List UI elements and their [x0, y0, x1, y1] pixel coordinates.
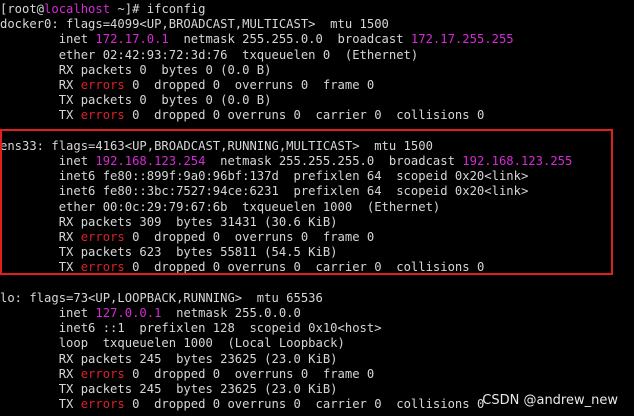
terminal-text: lo: flags=73<UP,LOOPBACK,RUNNING> mtu 65… — [0, 290, 323, 305]
terminal-line: loop txqueuelen 1000 (Local Loopback) — [0, 336, 634, 351]
terminal-text: inet6 fe80::899f:9a0:96bf:137d prefixlen… — [0, 169, 529, 184]
terminal-line: inet6 fe80::3bc:7527:94ce:6231 prefixlen… — [0, 184, 634, 199]
terminal-text: inet6 fe80::3bc:7527:94ce:6231 prefixlen… — [0, 184, 529, 199]
ip-address: 172.17.255.255 — [410, 32, 514, 47]
terminal-text: 0 dropped 0 overruns 0 frame 0 — [124, 230, 375, 244]
terminal-text: inet — [0, 154, 96, 168]
terminal-text: 0 dropped 0 overruns 0 carrier 0 collisi… — [124, 260, 485, 275]
terminal-text: ens33: flags=4163<UP,BROADCAST,RUNNING,M… — [0, 138, 433, 153]
terminal-line: RX packets 0 bytes 0 (0.0 B) — [0, 63, 634, 78]
terminal-line: RX errors 0 dropped 0 overruns 0 frame 0 — [0, 78, 634, 93]
terminal-text: RX — [0, 230, 81, 244]
terminal-text: RX — [0, 78, 81, 92]
terminal-text: netmask 255.255.0.0 broadcast — [168, 32, 411, 47]
terminal-text: 0 dropped 0 overruns 0 frame 0 — [124, 78, 375, 92]
terminal-output[interactable]: [root@localhost ~]# ifconfig docker0: fla… — [0, 0, 634, 416]
errors-label: errors — [80, 366, 125, 381]
hostname: localhost — [44, 2, 111, 16]
terminal-text: ~]# ifconfig — [110, 2, 206, 16]
terminal-line: [root@localhost ~]# ifconfig — [0, 2, 634, 17]
terminal-line: lo: flags=73<UP,LOOPBACK,RUNNING> mtu 65… — [0, 291, 634, 306]
terminal-line: ether 02:42:93:72:3d:76 txqueuelen 0 (Et… — [0, 48, 634, 63]
terminal-line: TX packets 0 bytes 0 (0.0 B) — [0, 93, 634, 108]
terminal-line: inet 172.17.0.1 netmask 255.255.0.0 broa… — [0, 32, 634, 47]
terminal-text: [root@ — [0, 2, 45, 16]
terminal-line: inet6 ::1 prefixlen 128 scopeid 0x10<hos… — [0, 321, 634, 336]
errors-label: errors — [80, 260, 125, 275]
terminal-text: ether 00:0c:29:79:67:6b txqueuelen 1000 … — [0, 199, 441, 214]
terminal-line: RX errors 0 dropped 0 overruns 0 frame 0 — [0, 230, 634, 245]
terminal-text: TX — [0, 397, 81, 412]
terminal-line: docker0: flags=4099<UP,BROADCAST,MULTICA… — [0, 17, 634, 32]
terminal-line: TX errors 0 dropped 0 overruns 0 carrier… — [0, 108, 634, 123]
errors-label: errors — [80, 108, 125, 123]
terminal-text: TX packets 245 bytes 23625 (23.0 KiB) — [0, 382, 338, 396]
ip-address: 192.168.123.254 — [95, 154, 206, 168]
terminal-text: 0 dropped 0 overruns 0 carrier 0 collisi… — [124, 397, 485, 412]
terminal-text: netmask 255.255.255.0 broadcast — [205, 154, 463, 168]
terminal-line: RX packets 245 bytes 23625 (23.0 KiB) — [0, 352, 634, 367]
csdn-watermark: CSDN @andrew_new — [482, 393, 618, 408]
terminal-text: loop txqueuelen 1000 (Local Loopback) — [0, 336, 345, 351]
terminal-text: RX — [0, 366, 81, 381]
terminal-line: TX packets 623 bytes 55811 (54.5 KiB) — [0, 245, 634, 260]
errors-label: errors — [80, 230, 125, 244]
terminal-text: inet — [0, 32, 96, 47]
ip-address: 192.168.123.255 — [462, 154, 573, 168]
terminal-line: inet 127.0.0.1 netmask 255.0.0.0 — [0, 306, 634, 321]
terminal-text: netmask 255.0.0.0 — [161, 306, 301, 320]
terminal-line: ens33: flags=4163<UP,BROADCAST,RUNNING,M… — [0, 139, 634, 154]
terminal-text: ether 02:42:93:72:3d:76 txqueuelen 0 (Et… — [0, 47, 419, 62]
terminal-text: RX packets 245 bytes 23625 (23.0 KiB) — [0, 351, 338, 366]
errors-label: errors — [80, 397, 125, 412]
terminal-line: RX errors 0 dropped 0 overruns 0 frame 0 — [0, 367, 634, 382]
terminal-text: 0 dropped 0 overruns 0 carrier 0 collisi… — [124, 108, 485, 123]
terminal-text: RX packets 0 bytes 0 (0.0 B) — [0, 62, 272, 77]
ip-address: 127.0.0.1 — [95, 306, 162, 320]
terminal-text: TX — [0, 108, 81, 123]
terminal-line: ether 00:0c:29:79:67:6b txqueuelen 1000 … — [0, 200, 634, 215]
terminal-text: TX — [0, 260, 81, 275]
terminal-text: docker0: flags=4099<UP,BROADCAST,MULTICA… — [0, 17, 389, 32]
terminal-line: RX packets 309 bytes 31431 (30.6 KiB) — [0, 215, 634, 230]
terminal-text: inet — [0, 306, 96, 320]
errors-label: errors — [80, 78, 125, 92]
terminal-line: inet6 fe80::899f:9a0:96bf:137d prefixlen… — [0, 169, 634, 184]
terminal-text: RX packets 309 bytes 31431 (30.6 KiB) — [0, 214, 338, 229]
terminal-line: inet 192.168.123.254 netmask 255.255.255… — [0, 154, 634, 169]
terminal-text: inet6 ::1 prefixlen 128 scopeid 0x10<hos… — [0, 321, 382, 336]
ip-address: 172.17.0.1 — [95, 32, 169, 47]
terminal-line: TX errors 0 dropped 0 overruns 0 carrier… — [0, 260, 634, 275]
terminal-text: TX packets 0 bytes 0 (0.0 B) — [0, 93, 272, 108]
terminal-text: TX packets 623 bytes 55811 (54.5 KiB) — [0, 245, 338, 260]
terminal-text: 0 dropped 0 overruns 0 frame 0 — [124, 366, 375, 381]
